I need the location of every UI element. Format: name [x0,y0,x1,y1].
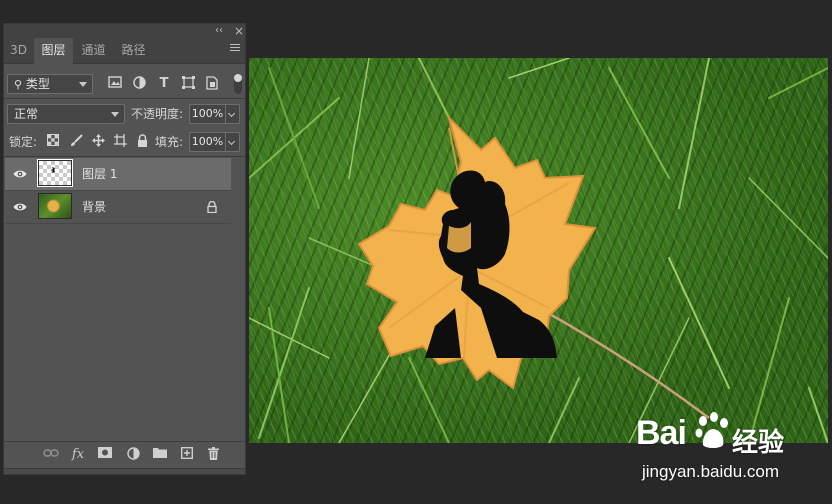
layer-row-layer1[interactable]: 图层 1 [5,158,231,191]
text-filter-icon[interactable]: T [156,76,172,92]
smart-object-filter-icon[interactable] [204,76,220,92]
layer-name[interactable]: 图层 1 [82,158,117,190]
lock-position-icon[interactable] [90,134,106,150]
canvas-artwork [249,58,828,443]
tab-layers[interactable]: 图层 [34,38,73,64]
watermark-cn: 经验 [732,428,785,458]
watermark: Bai 经验 jingyan.baidu.com [636,412,826,498]
layers-bottom-toolbar: fx [4,441,245,468]
lock-artboard-icon[interactable] [112,134,128,150]
document-canvas[interactable] [249,58,828,443]
lock-all-icon[interactable] [134,134,150,150]
layer-filter-select[interactable]: ⚲ 类型 [7,74,93,94]
lock-paint-icon[interactable] [68,134,84,150]
blend-mode-value: 正常 [14,107,39,121]
layer-row-background[interactable]: 背景 [5,191,231,224]
fill-label: 填充: [155,135,184,149]
layers-panel: ‹‹ × 3D 图层 通道 路径 ⚲ 类型 T 正常 不透明度: 100% 锁定… [3,23,246,475]
tab-3d[interactable]: 3D [4,38,33,63]
close-panel-button[interactable]: × [234,24,244,38]
panel-resize-grip[interactable] [4,468,245,474]
layer-thumbnail [38,193,72,219]
paw-icon [695,412,728,448]
image-filter-icon[interactable] [107,76,123,92]
fill-dropdown[interactable] [226,132,240,152]
layer-lock-icon [207,201,217,213]
tab-channels[interactable]: 通道 [74,38,113,63]
panel-tabs: 3D 图层 通道 路径 [4,38,245,64]
new-group-icon[interactable] [152,447,168,463]
layer-thumbnail [37,159,73,187]
collapse-panel-button[interactable]: ‹‹ [215,24,223,38]
visibility-eye-icon[interactable] [13,202,27,212]
layer-name[interactable]: 背景 [82,191,106,223]
panel-title-bar: ‹‹ × [4,24,245,39]
watermark-url: jingyan.baidu.com [642,462,780,481]
tab-paths[interactable]: 路径 [114,38,153,63]
fx-icon[interactable]: fx [70,447,86,463]
filter-toggle[interactable] [234,74,242,94]
layer-filter-label: 类型 [25,77,50,91]
adjustment-filter-icon[interactable] [131,76,147,92]
opacity-input[interactable]: 100% [189,104,226,124]
opacity-label: 不透明度: [131,107,184,121]
search-icon: ⚲ [14,78,23,91]
visibility-eye-icon[interactable] [13,169,27,179]
baidu-logo: Bai [636,414,687,452]
opacity-dropdown[interactable] [226,104,240,124]
shape-filter-icon[interactable] [180,76,196,92]
lock-label: 锁定: [9,135,38,149]
lock-transparent-icon[interactable] [45,134,61,150]
fill-input[interactable]: 100% [189,132,226,152]
add-mask-icon[interactable] [97,447,113,463]
new-layer-icon[interactable] [179,446,195,463]
panel-menu-icon[interactable] [230,44,240,53]
delete-icon[interactable] [205,447,221,463]
new-adjustment-icon[interactable] [125,447,141,463]
blend-mode-select[interactable]: 正常 [7,104,125,124]
link-layers-icon[interactable] [43,447,59,463]
